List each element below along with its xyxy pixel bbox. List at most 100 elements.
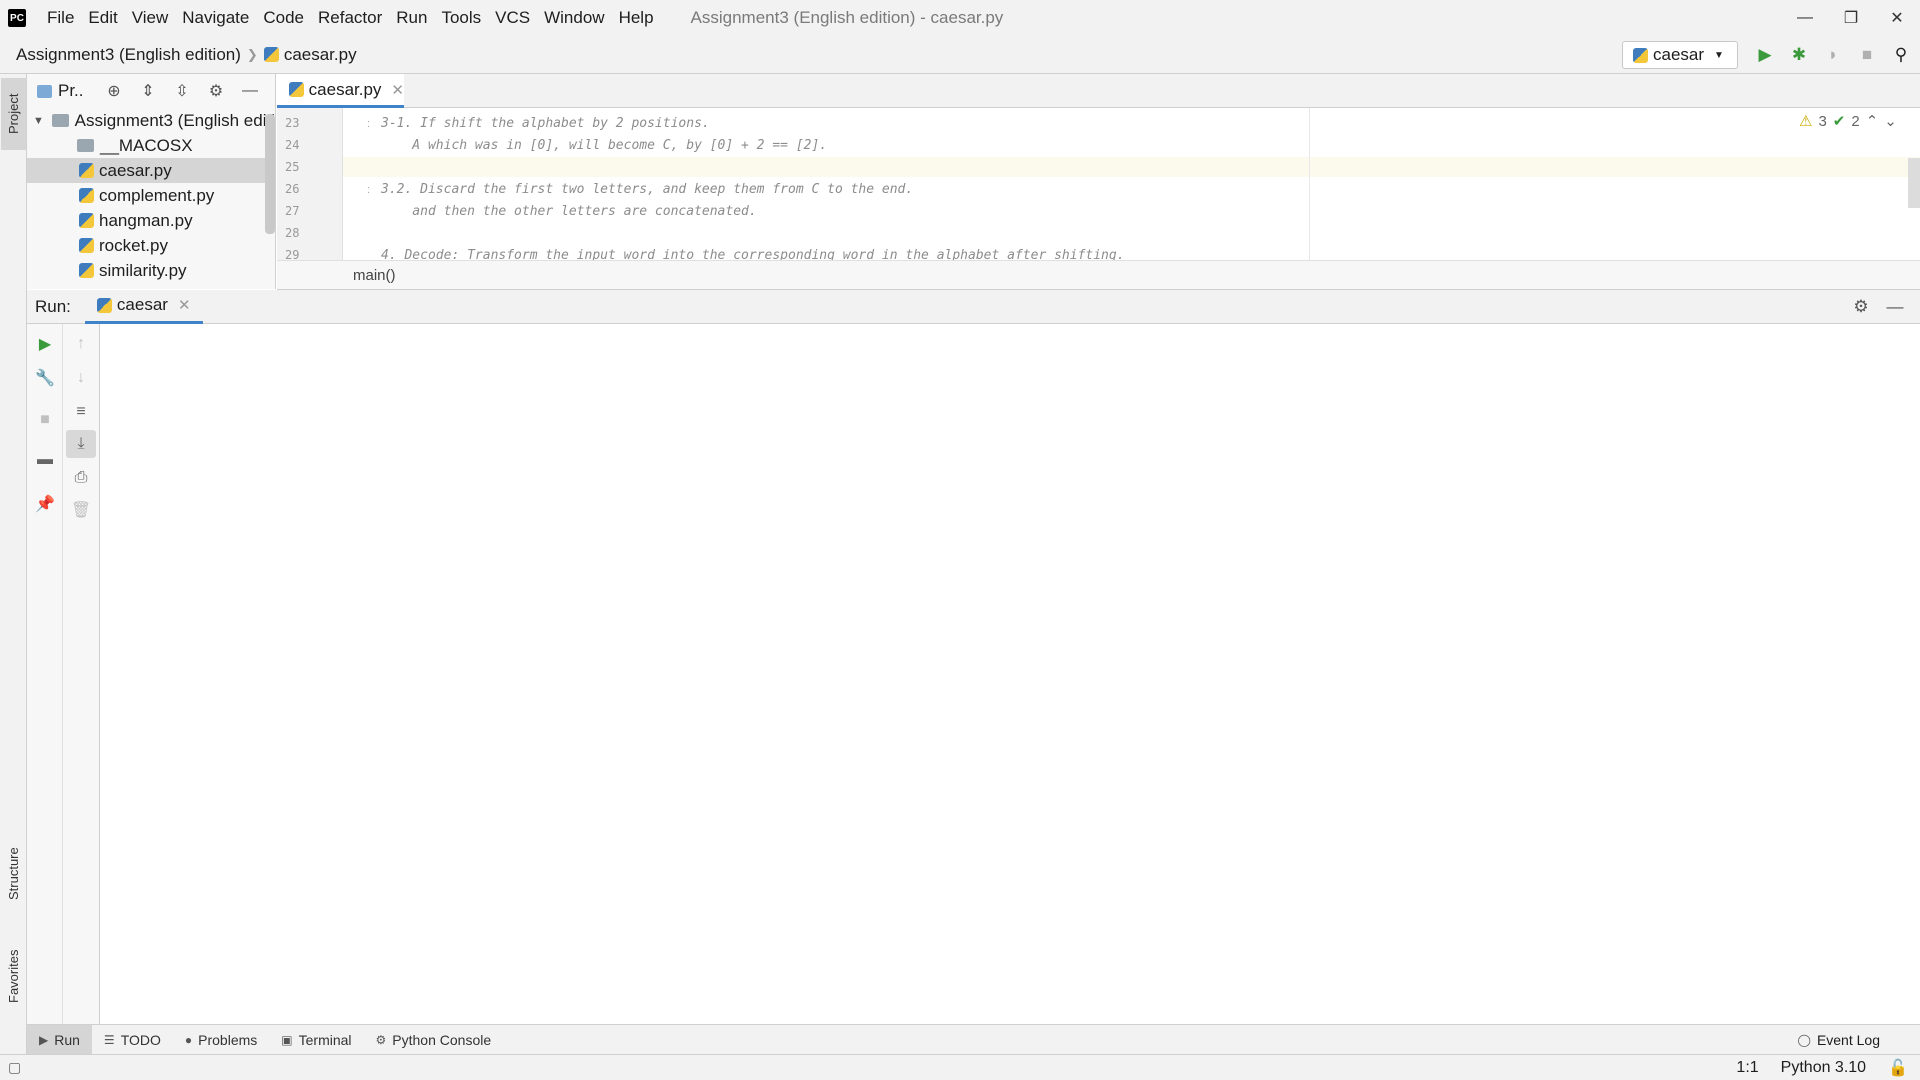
fold-icon[interactable]: : — [367, 184, 370, 196]
locate-file-icon[interactable]: ⊕ — [97, 77, 131, 105]
menu-view[interactable]: View — [125, 8, 176, 28]
tool-python-console-label: Python Console — [392, 1031, 492, 1048]
tree-item-macosx[interactable]: __MACOSX — [27, 133, 275, 158]
nav-toolbar: ▶ ✱ ◗ ■ ⚲ — [1748, 41, 1918, 69]
menu-vcs[interactable]: VCS — [488, 8, 537, 28]
trash-icon[interactable]: 🗑 — [63, 496, 99, 524]
run-config-selector[interactable]: caesar ▼ — [1622, 41, 1738, 69]
code-line: and then the other letters are concatena… — [381, 204, 757, 219]
tree-item-rocket[interactable]: rocket.py — [27, 233, 275, 258]
menu-navigate[interactable]: Navigate — [175, 8, 256, 28]
caret-row-highlight — [343, 157, 1920, 177]
close-icon[interactable]: ✕ — [391, 81, 404, 99]
line-number: 24 — [285, 138, 300, 152]
tree-item-caesar[interactable]: caesar.py — [27, 158, 275, 183]
event-log-button[interactable]: ◯ Event Log — [1798, 1025, 1881, 1055]
tree-item-complement[interactable]: complement.py — [27, 183, 275, 208]
project-view-selector[interactable]: Pr.. — [37, 81, 97, 101]
python-file-icon — [263, 47, 279, 62]
minimize-button[interactable]: — — [1782, 0, 1828, 36]
breadcrumb-project[interactable]: Assignment3 (English edition) — [16, 45, 241, 65]
arrow-up-icon[interactable]: ↑ — [63, 330, 99, 358]
collapse-all-icon[interactable]: ⇳ — [165, 77, 199, 105]
tree-item-hangman[interactable]: hangman.py — [27, 208, 275, 233]
gear-icon[interactable]: ⚙ — [199, 77, 233, 105]
tool-problems-label: Problems — [198, 1031, 258, 1048]
code-line: 3-1. If shift the alphabet by 2 position… — [381, 116, 710, 131]
chevron-up-icon[interactable]: ⌃ — [1866, 112, 1879, 130]
menu-code[interactable]: Code — [256, 8, 311, 28]
run-tab-caesar[interactable]: caesar ✕ — [84, 290, 203, 324]
tool-terminal[interactable]: ▣ Terminal — [269, 1025, 363, 1055]
lock-icon[interactable]: 🔓 — [1888, 1058, 1908, 1078]
expand-all-icon[interactable]: ⇕ — [131, 77, 165, 105]
toggle-tool-windows-icon[interactable]: ▢ — [8, 1059, 21, 1076]
coverage-button[interactable]: ◗ — [1816, 41, 1850, 69]
menu-help[interactable]: Help — [612, 8, 661, 28]
scroll-to-end-icon[interactable]: ⤓ — [66, 430, 96, 458]
run-button[interactable]: ▶ — [1748, 41, 1782, 69]
menu-file[interactable]: File — [40, 8, 81, 28]
project-tool-tab[interactable]: Project — [1, 78, 26, 150]
pin-icon[interactable]: 📌 — [27, 490, 63, 518]
code-editor[interactable]: 23 : 3-1. If shift the alphabet by 2 pos… — [277, 108, 1920, 260]
line-number: 28 — [285, 226, 300, 240]
tool-run-label: Run — [54, 1031, 80, 1048]
soft-wrap-icon[interactable]: ≡ — [63, 398, 99, 426]
python-file-icon — [1633, 47, 1648, 63]
print-icon[interactable]: ⎙ — [63, 464, 99, 492]
run-header-tools: ⚙ — — [1844, 294, 1912, 320]
inspection-widget[interactable]: ⚠ 3 ✔ 2 ⌃ ⌄ — [1793, 112, 1897, 131]
breadcrumb-file[interactable]: caesar.py — [284, 45, 357, 65]
menu-edit[interactable]: Edit — [81, 8, 124, 28]
arrow-down-icon[interactable]: ↓ — [63, 364, 99, 392]
close-icon[interactable]: ✕ — [178, 296, 191, 314]
menu-run[interactable]: Run — [389, 8, 434, 28]
maximize-button[interactable]: ❐ — [1828, 0, 1874, 36]
tool-todo[interactable]: ☰ TODO — [92, 1025, 173, 1055]
tree-item-similarity[interactable]: similarity.py — [27, 258, 275, 283]
menu-refactor[interactable]: Refactor — [311, 8, 389, 28]
editor-tab-caesar[interactable]: caesar.py ✕ — [277, 74, 404, 108]
tree-root-label: Assignment3 (English editi — [74, 110, 275, 130]
python-interpreter[interactable]: Python 3.10 — [1781, 1059, 1866, 1077]
tool-problems[interactable]: ● Problems — [173, 1025, 269, 1055]
tool-run[interactable]: ▶ Run — [27, 1024, 92, 1055]
project-scrollbar[interactable] — [265, 114, 275, 234]
editor-tab-bar: caesar.py ✕ — [277, 74, 1920, 108]
close-window-button[interactable]: ✕ — [1874, 0, 1920, 36]
tree-item-label: hangman.py — [99, 210, 193, 230]
rerun-icon[interactable]: ▶ — [27, 330, 63, 358]
python-file-icon — [79, 213, 94, 228]
layout-icon[interactable]: ▬ — [27, 446, 63, 474]
event-log-icon: ◯ — [1797, 1033, 1811, 1047]
debug-button[interactable]: ✱ — [1782, 41, 1816, 69]
python-file-icon — [79, 238, 94, 253]
terminal-icon: ▣ — [281, 1032, 293, 1047]
hide-panel-icon[interactable]: — — [233, 77, 267, 105]
hide-panel-icon[interactable]: — — [1878, 294, 1912, 320]
menu-window[interactable]: Window — [537, 8, 611, 28]
search-icon[interactable]: ⚲ — [1884, 41, 1918, 69]
caret-position[interactable]: 1:1 — [1736, 1059, 1758, 1077]
stop-button[interactable]: ■ — [1850, 41, 1884, 69]
structure-tool-tab[interactable]: Structure — [1, 832, 26, 916]
ok-count: 2 — [1851, 112, 1860, 130]
menu-tools[interactable]: Tools — [434, 8, 488, 28]
tree-root[interactable]: ▼ Assignment3 (English editi — [27, 108, 275, 133]
chevron-down-icon[interactable]: ⌄ — [1884, 112, 1897, 130]
problems-icon: ● — [184, 1032, 193, 1047]
favorites-tool-tab[interactable]: Favorites — [1, 934, 26, 1018]
project-panel: Pr.. ⊕ ⇕ ⇳ ⚙ — ▼ Assignment3 (English ed… — [27, 74, 276, 289]
play-icon: ▶ — [39, 1032, 49, 1047]
line-number: 26 — [285, 182, 300, 196]
editor-scrollbar[interactable] — [1908, 158, 1920, 208]
breadcrumb-function[interactable]: main() — [353, 267, 396, 284]
python-file-icon — [79, 163, 94, 178]
wrench-icon[interactable]: 🔧 — [27, 364, 63, 392]
stop-icon[interactable]: ■ — [27, 406, 63, 434]
run-console[interactable]: ▶ 🔧 ■ ▬ 📌 ↑ ↓ ≡ ⤓ ⎙ 🗑 — [27, 324, 1920, 1024]
gear-icon[interactable]: ⚙ — [1844, 294, 1878, 320]
tool-python-console[interactable]: ⚙ Python Console — [364, 1025, 504, 1055]
fold-icon[interactable]: : — [367, 118, 370, 130]
